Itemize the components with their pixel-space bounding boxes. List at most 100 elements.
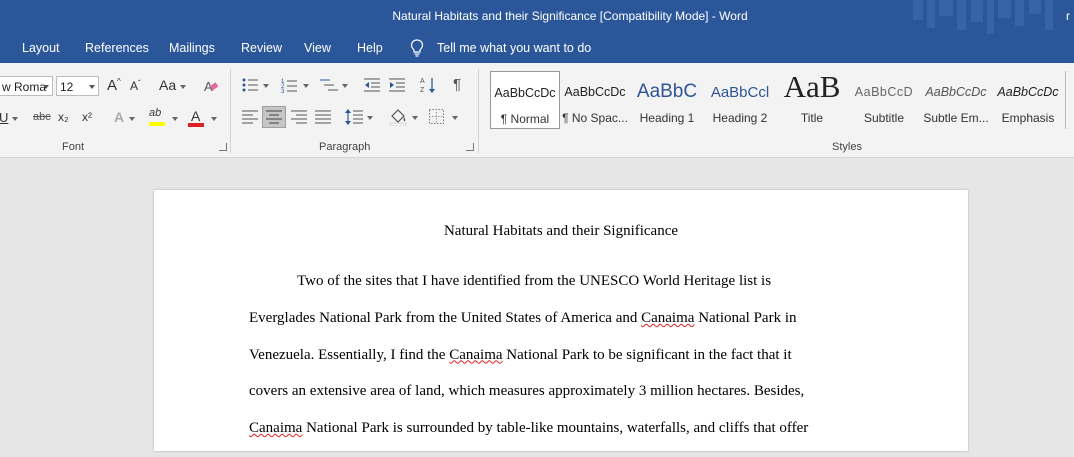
text-effects-button[interactable]: A <box>114 109 124 125</box>
chevron-down-icon <box>412 116 418 120</box>
style-normal[interactable]: AaBbCcDc ¶ Normal <box>490 71 560 129</box>
bullets-icon[interactable] <box>242 78 258 92</box>
subscript-button[interactable]: x₂ <box>58 110 69 124</box>
show-formatting-marks-icon[interactable]: ¶ <box>453 76 461 93</box>
chevron-down-icon <box>211 117 217 121</box>
text-line: covers an extensive area of land, which … <box>249 383 805 400</box>
group-divider <box>230 69 231 153</box>
style-label: Title <box>800 111 824 125</box>
sort-icon[interactable]: AZ <box>420 76 436 94</box>
text-line: Two of the sites that I have identified … <box>297 273 772 289</box>
style-preview: AaBbC <box>636 81 698 102</box>
tab-help[interactable]: Help <box>357 41 383 55</box>
tab-mailings[interactable]: Mailings <box>169 41 215 55</box>
tab-view[interactable]: View <box>304 41 331 55</box>
body-paragraph: Two of the sites that I have identified … <box>249 273 874 457</box>
shading-icon[interactable] <box>389 108 407 126</box>
chevron-down-icon <box>180 85 186 89</box>
text-line: Canaima National Park is surrounded by t… <box>249 420 809 437</box>
font-color-swatch <box>188 123 204 127</box>
spelling-error[interactable]: Canaima <box>641 310 694 326</box>
chevron-down-icon <box>367 116 373 120</box>
align-right-icon[interactable] <box>291 110 307 124</box>
paragraph-dialog-launcher-icon[interactable] <box>466 143 474 151</box>
chevron-down-icon <box>342 84 348 88</box>
title-bar: Natural Habitats and their Significance … <box>0 0 1074 34</box>
style-label: Heading 1 <box>639 111 695 125</box>
styles-group-label: Styles <box>832 141 862 153</box>
chevron-down-icon <box>452 116 458 120</box>
style-heading-1[interactable]: AaBbC Heading 1 <box>632 71 702 129</box>
tell-me-search[interactable]: Tell me what you want to do <box>437 41 591 55</box>
user-account[interactable]: r <box>1066 9 1074 23</box>
font-group-label: Font <box>62 141 85 153</box>
style-preview: AaBbCcDc <box>997 85 1059 99</box>
font-size-value: 12 <box>60 80 74 94</box>
svg-text:A: A <box>420 78 425 85</box>
style-emphasis[interactable]: AaBbCcDc Emphasis <box>993 71 1063 129</box>
clear-formatting-icon[interactable]: A <box>203 78 219 94</box>
tab-layout[interactable]: Layout <box>22 41 60 55</box>
style-no-spacing[interactable]: AaBbCcDc ¶ No Spac... <box>560 71 630 129</box>
style-subtitle[interactable]: AaBbCcD Subtitle <box>849 71 919 129</box>
group-divider <box>478 69 479 153</box>
style-label: Emphasis <box>1001 111 1055 125</box>
underline-button[interactable]: U <box>0 110 8 125</box>
highlight-button[interactable]: ab <box>149 107 161 119</box>
style-label: ¶ No Spac... <box>562 111 628 125</box>
style-preview: AaBbCcDc <box>925 85 987 99</box>
borders-icon[interactable] <box>429 109 444 124</box>
align-center-button[interactable] <box>262 106 286 128</box>
styles-gallery: AaBbCcDc ¶ Normal AaBbCcDc ¶ No Spac... … <box>486 71 1074 129</box>
chevron-down-icon <box>263 84 269 88</box>
change-case-button[interactable]: Aa <box>159 77 176 93</box>
style-subtle-emphasis[interactable]: AaBbCcDc Subtle Em... <box>921 71 991 129</box>
chevron-down-icon <box>43 85 49 89</box>
numbering-icon[interactable]: 123 <box>281 77 297 93</box>
font-color-button[interactable]: A <box>191 108 200 124</box>
style-label: Subtle Em... <box>923 111 989 125</box>
align-center-icon <box>266 110 282 124</box>
justify-icon[interactable] <box>315 110 331 124</box>
style-heading-2[interactable]: AaBbCcl Heading 2 <box>705 71 775 129</box>
style-preview: AaBbCcDc <box>494 86 556 100</box>
highlight-color-swatch <box>149 122 165 126</box>
style-label: Heading 2 <box>712 111 768 125</box>
strikethrough-button[interactable]: abc <box>33 111 51 123</box>
tab-references[interactable]: References <box>85 41 149 55</box>
style-more-partial[interactable] <box>1065 71 1074 129</box>
text-line: Venezuela. Essentially, I find the Canai… <box>249 346 792 363</box>
decrease-indent-icon[interactable] <box>364 78 380 92</box>
align-left-icon[interactable] <box>242 110 258 124</box>
line-spacing-icon[interactable] <box>345 109 363 125</box>
document-title: Natural Habitats and their Significance <box>443 223 679 239</box>
style-preview: AaBbCcl <box>710 84 770 101</box>
style-preview: AaBbCcD <box>854 85 914 99</box>
window-title: Natural Habitats and their Significance … <box>392 9 748 23</box>
chevron-down-icon <box>129 117 135 121</box>
style-label: ¶ Normal <box>500 112 550 126</box>
multilevel-list-icon[interactable] <box>320 78 338 92</box>
spelling-error[interactable]: Canaima <box>449 347 502 363</box>
font-dialog-launcher-icon[interactable] <box>219 143 227 151</box>
font-name-box[interactable]: w Roma <box>0 76 53 96</box>
shrink-font-button[interactable]: Aˇ <box>130 79 141 93</box>
svg-text:3: 3 <box>281 89 285 93</box>
tab-review[interactable]: Review <box>241 41 282 55</box>
font-size-box[interactable]: 12 <box>56 76 99 96</box>
superscript-button[interactable]: x² <box>82 110 92 124</box>
increase-indent-icon[interactable] <box>389 78 405 92</box>
lightbulb-icon <box>410 39 424 57</box>
style-preview: AaBbCcDc <box>564 85 626 99</box>
font-name-value: w Roma <box>2 80 47 94</box>
spelling-error[interactable]: Canaima <box>249 420 302 436</box>
style-preview: AaB <box>783 71 841 104</box>
text-line: Everglades National Park from the United… <box>249 309 797 326</box>
document-page[interactable]: Natural Habitats and their Significance … <box>154 190 968 451</box>
chevron-down-icon <box>12 117 18 121</box>
ribbon: w Roma 12 A^ Aˇ Aa A U abc x₂ x² A ab A … <box>0 63 1074 158</box>
svg-text:Z: Z <box>420 87 425 94</box>
grow-font-button[interactable]: A^ <box>107 77 121 94</box>
style-title[interactable]: AaB Title <box>777 71 847 129</box>
ribbon-tabs: Layout References Mailings Review View H… <box>0 34 1074 63</box>
